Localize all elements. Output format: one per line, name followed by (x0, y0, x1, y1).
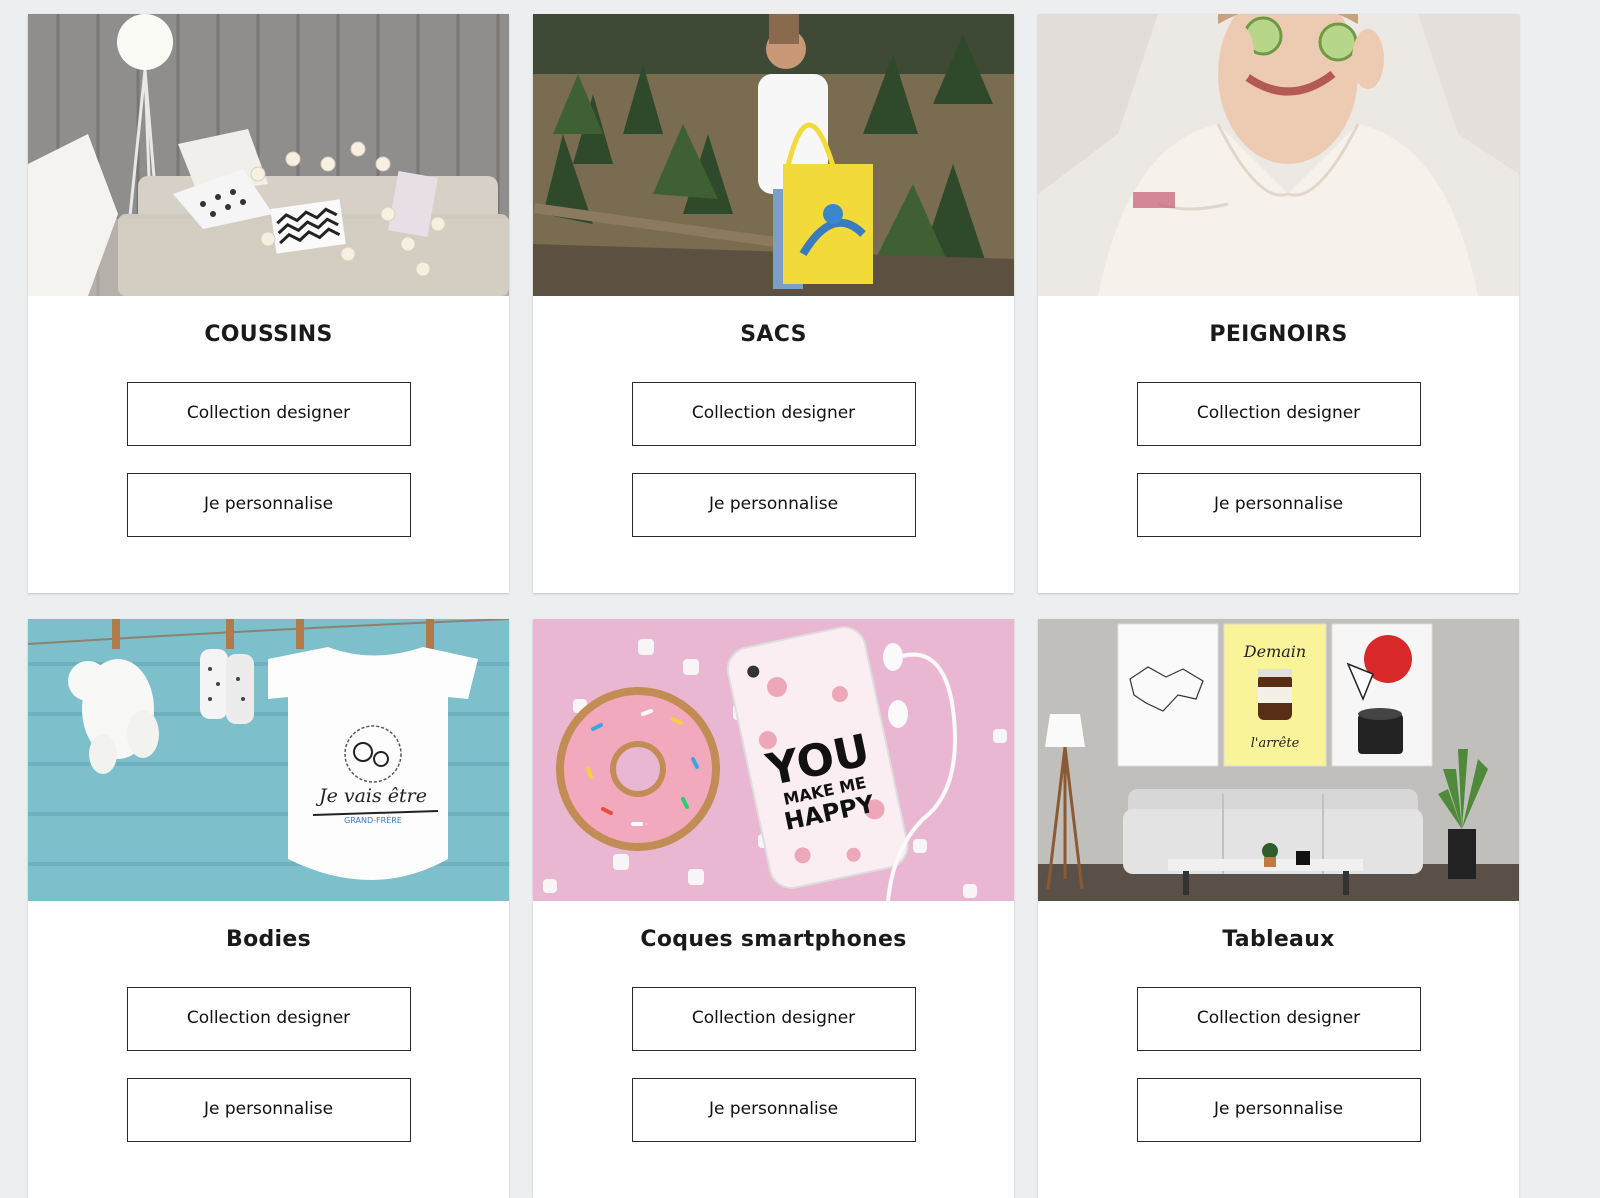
product-image-coussins[interactable] (28, 14, 509, 296)
collection-designer-button[interactable]: Collection designer (126, 987, 411, 1051)
collection-designer-button[interactable]: Collection designer (631, 987, 916, 1051)
personalize-button[interactable]: Je personnalise (1136, 473, 1421, 537)
product-image-coques[interactable]: YOU MAKE ME HAPPY (533, 619, 1014, 901)
personalize-button[interactable]: Je personnalise (1136, 1078, 1421, 1142)
product-title: Coques smartphones (640, 927, 907, 952)
product-title: Tableaux (1222, 927, 1335, 952)
product-card-bodies: Je vais être GRAND-FRÈRE Bodies Collecti… (28, 619, 509, 1198)
product-title: PEIGNOIRS (1209, 322, 1348, 347)
product-card-coques: YOU MAKE ME HAPPY Coques smartphones Col… (533, 619, 1014, 1198)
product-card-tableaux: Demain l'arrête Tableaux Collection desi… (1038, 619, 1519, 1198)
tableau-print-line2: l'arrête (1251, 736, 1300, 751)
personalize-button[interactable]: Je personnalise (126, 473, 411, 537)
product-image-peignoirs[interactable] (1038, 14, 1519, 296)
product-card-coussins: COUSSINS Collection designer Je personna… (28, 14, 509, 593)
tableau-print-line1: Demain (1243, 642, 1306, 661)
product-title: Bodies (226, 927, 311, 952)
collection-designer-button[interactable]: Collection designer (1136, 382, 1421, 446)
product-title: SACS (740, 322, 807, 347)
product-image-tableaux[interactable]: Demain l'arrête (1038, 619, 1519, 901)
product-image-bodies[interactable]: Je vais être GRAND-FRÈRE (28, 619, 509, 901)
bodies-print-line1: Je vais être (315, 785, 427, 807)
personalize-button[interactable]: Je personnalise (126, 1078, 411, 1142)
product-category-grid: COUSSINS Collection designer Je personna… (28, 14, 1519, 1198)
product-card-peignoirs: PEIGNOIRS Collection designer Je personn… (1038, 14, 1519, 593)
product-title: COUSSINS (204, 322, 333, 347)
collection-designer-button[interactable]: Collection designer (631, 382, 916, 446)
product-image-sacs[interactable] (533, 14, 1014, 296)
collection-designer-button[interactable]: Collection designer (1136, 987, 1421, 1051)
collection-designer-button[interactable]: Collection designer (126, 382, 411, 446)
personalize-button[interactable]: Je personnalise (631, 473, 916, 537)
bodies-print-line2: GRAND-FRÈRE (344, 814, 402, 825)
product-card-sacs: SACS Collection designer Je personnalise (533, 14, 1014, 593)
personalize-button[interactable]: Je personnalise (631, 1078, 916, 1142)
